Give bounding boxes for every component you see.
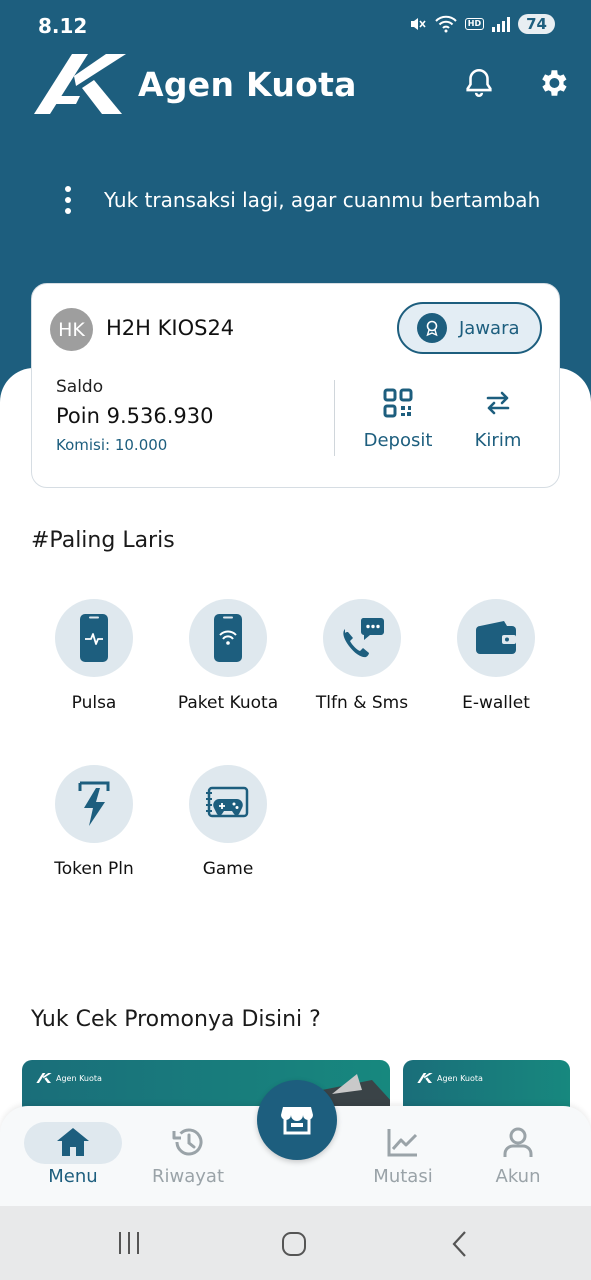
kirim-button[interactable]: Kirim xyxy=(464,388,532,451)
nav-tab-riwayat[interactable]: Riwayat xyxy=(138,1126,238,1187)
phone-pulse-icon xyxy=(80,614,108,662)
menu-icon-circle xyxy=(189,599,267,677)
promo-title: Yuk Cek Promonya Disini ? xyxy=(31,1007,321,1032)
menu-label: E-wallet xyxy=(462,693,530,713)
mute-icon xyxy=(410,18,426,30)
status-time: 8.12 xyxy=(38,14,88,38)
menu-item-token-pln[interactable]: Token Pln xyxy=(29,765,159,879)
menu-icon-circle xyxy=(323,599,401,677)
menu-icon-circle xyxy=(55,765,133,843)
bell-icon xyxy=(466,68,492,97)
recent-apps-icon[interactable] xyxy=(116,1230,142,1256)
account-card: HK H2H KIOS24 Jawara Saldo Poin 9.536.93… xyxy=(31,283,560,488)
agen-kuota-logo-icon xyxy=(417,1073,433,1083)
promo-brand: Agen Kuota xyxy=(36,1072,102,1084)
signal-icon xyxy=(492,16,511,32)
menu-icon-circle xyxy=(55,599,133,677)
kirim-label: Kirim xyxy=(474,430,522,451)
chart-line-icon xyxy=(387,1129,418,1157)
nav-tab-akun[interactable]: Akun xyxy=(468,1126,568,1187)
avatar: HK xyxy=(50,308,93,351)
wallet-icon xyxy=(476,621,516,654)
phone-wifi-icon xyxy=(214,614,242,662)
qr-code-icon xyxy=(383,388,413,418)
store-name: H2H KIOS24 xyxy=(106,316,235,340)
system-navigation-bar xyxy=(0,1206,591,1280)
nav-tab-menu[interactable]: Menu xyxy=(23,1126,123,1187)
lightning-icon xyxy=(78,781,110,826)
tier-badge-button[interactable]: Jawara xyxy=(397,302,542,354)
menu-item-game[interactable]: Game xyxy=(163,765,293,879)
saldo-value: Poin 9.536.930 xyxy=(56,404,214,428)
deposit-button[interactable]: Deposit xyxy=(360,388,436,451)
store-fab-button[interactable] xyxy=(257,1080,337,1160)
nav-label: Riwayat xyxy=(152,1166,224,1187)
nav-label: Menu xyxy=(48,1166,98,1187)
tier-label: Jawara xyxy=(459,317,520,339)
notification-button[interactable] xyxy=(462,66,496,104)
menu-label: Paket Kuota xyxy=(177,693,279,713)
menu-item-e-wallet[interactable]: E-wallet xyxy=(431,599,561,713)
brand-name: Agen Kuota xyxy=(138,64,357,104)
deposit-label: Deposit xyxy=(363,430,433,451)
home-button-icon[interactable] xyxy=(280,1230,308,1258)
status-icons: HD 74 xyxy=(409,14,555,34)
gamepad-icon xyxy=(206,786,249,818)
tagline-text: Yuk transaksi lagi, agar cuanmu bertamba… xyxy=(104,188,541,212)
agen-kuota-logo-icon xyxy=(36,1073,52,1083)
menu-label: Tlfn & Sms xyxy=(315,693,409,713)
promo-brand-text: Agen Kuota xyxy=(56,1073,102,1083)
promo-brand: Agen Kuota xyxy=(417,1072,483,1084)
user-icon xyxy=(503,1127,533,1157)
agen-kuota-logo-icon xyxy=(34,54,126,114)
komisi-value: Komisi: 10.000 xyxy=(56,436,168,454)
nav-label: Mutasi xyxy=(373,1166,433,1187)
battery-indicator: 74 xyxy=(518,14,555,34)
gear-icon xyxy=(542,70,567,96)
home-icon xyxy=(57,1128,89,1156)
back-icon[interactable] xyxy=(450,1230,470,1258)
best-seller-title: #Paling Laris xyxy=(31,528,175,553)
menu-item-tlfn-sms[interactable]: Tlfn & Sms xyxy=(297,599,427,713)
store-icon xyxy=(281,1107,313,1135)
menu-label: Token Pln xyxy=(54,859,134,879)
history-icon xyxy=(172,1128,203,1156)
saldo-label: Saldo xyxy=(56,377,104,397)
menu-icon-circle xyxy=(457,599,535,677)
transfer-arrows-icon xyxy=(486,391,510,415)
medal-icon xyxy=(417,313,447,343)
menu-item-paket-kuota[interactable]: Paket Kuota xyxy=(163,599,293,713)
card-divider xyxy=(334,380,335,456)
settings-button[interactable] xyxy=(536,66,570,104)
tagline-row: Yuk transaksi lagi, agar cuanmu bertamba… xyxy=(64,186,540,214)
brand-logo: Agen Kuota xyxy=(32,52,357,116)
menu-item-pulsa[interactable]: Pulsa xyxy=(29,599,159,713)
menu-label: Pulsa xyxy=(71,693,117,713)
nav-tab-mutasi[interactable]: Mutasi xyxy=(353,1126,453,1187)
more-vertical-icon[interactable] xyxy=(64,186,72,214)
wifi-icon xyxy=(435,15,457,33)
phone-chat-icon xyxy=(343,618,384,658)
nav-label: Akun xyxy=(495,1166,541,1187)
promo-brand-text: Agen Kuota xyxy=(437,1073,483,1083)
hd-voice-badge: HD xyxy=(464,18,485,30)
menu-label: Game xyxy=(202,859,254,879)
menu-icon-circle xyxy=(189,765,267,843)
